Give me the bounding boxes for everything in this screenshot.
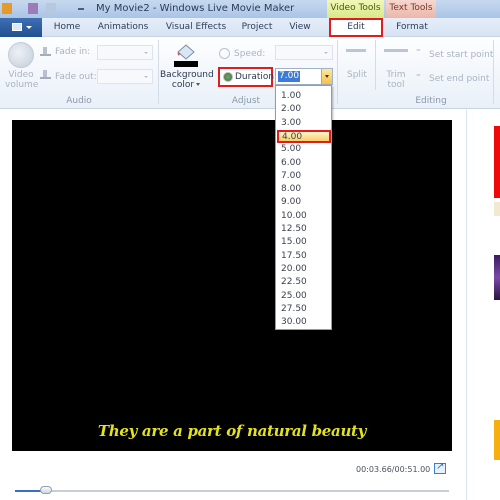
duration-option[interactable]: 7.00 <box>279 170 329 183</box>
seek-bar-track[interactable] <box>15 490 449 492</box>
tab-project[interactable]: Project <box>238 18 276 37</box>
background-color-button[interactable]: Background color <box>160 70 214 90</box>
trim-tool-icon[interactable] <box>384 49 408 52</box>
duration-option[interactable]: 15.00 <box>279 236 329 249</box>
duration-option[interactable]: 17.50 <box>279 250 329 263</box>
duration-option[interactable]: 3.00 <box>279 117 329 130</box>
duration-option[interactable]: 6.00 <box>279 157 329 170</box>
pane-divider[interactable] <box>466 110 467 500</box>
speed-label: Speed: <box>234 49 266 59</box>
set-start-point-icon: ⁼ <box>416 48 421 58</box>
tab-animations[interactable]: Animations <box>94 18 152 37</box>
fade-in-label: Fade in: <box>55 47 91 57</box>
tab-home[interactable]: Home <box>50 18 84 37</box>
editing-group-label: Editing <box>415 96 447 106</box>
video-volume-icon[interactable] <box>8 42 34 68</box>
storyboard-clip-marker <box>494 202 500 216</box>
duration-label: Duration: <box>235 72 278 82</box>
group-divider <box>337 40 338 104</box>
group-divider <box>375 40 376 90</box>
duration-option[interactable]: 22.50 <box>279 276 329 289</box>
trim-tool-label-line2: tool <box>387 80 405 90</box>
tab-format[interactable]: Format <box>390 18 434 37</box>
title-bar: My Movie2 - Windows Live Movie Maker Vid… <box>0 0 500 18</box>
duration-option[interactable]: 9.00 <box>279 196 329 209</box>
group-divider <box>158 40 159 104</box>
duration-option[interactable]: 25.00 <box>279 290 329 303</box>
fade-out-dropdown[interactable] <box>97 69 153 84</box>
set-end-point-icon: ⁼ <box>416 73 421 83</box>
set-end-point-button[interactable]: Set end point <box>429 74 489 84</box>
fade-in-icon <box>40 46 51 56</box>
fade-in-dropdown[interactable] <box>97 45 153 60</box>
split-icon[interactable] <box>346 49 366 52</box>
duration-option[interactable]: 10.00 <box>279 210 329 223</box>
window-title: My Movie2 - Windows Live Movie Maker <box>96 3 295 14</box>
split-button[interactable]: Split <box>347 70 367 80</box>
chevron-down-icon <box>144 76 148 78</box>
adjust-group-label: Adjust <box>231 96 261 106</box>
duration-input[interactable]: 7.00 <box>278 71 301 82</box>
tab-view[interactable]: View <box>285 18 315 37</box>
tab-visual-effects[interactable]: Visual Effects <box>163 18 229 37</box>
duration-option[interactable]: 4.00 <box>277 129 331 143</box>
duration-option[interactable]: 27.50 <box>279 303 329 316</box>
paint-bucket-icon <box>177 44 195 60</box>
speed-dropdown[interactable] <box>275 45 333 60</box>
app-icon <box>2 3 12 14</box>
chevron-down-icon <box>196 83 201 86</box>
context-tab-video-tools: Video Tools <box>327 0 384 18</box>
duration-label-box: Duration: <box>218 67 277 87</box>
app-menu-button[interactable] <box>0 18 42 37</box>
chevron-down-icon <box>144 52 148 54</box>
storyboard-clip-selected[interactable] <box>494 420 500 460</box>
duration-option[interactable]: 5.00 <box>279 143 329 156</box>
duration-option[interactable]: 30.00 <box>279 316 329 329</box>
trim-tool-label-line1: Trim <box>386 70 406 80</box>
duration-clock-icon <box>223 72 233 82</box>
set-start-point-button[interactable]: Set start point <box>429 50 493 60</box>
context-tab-text-tools: Text Tools <box>386 0 436 18</box>
background-color-swatch <box>174 61 198 67</box>
group-divider <box>493 40 494 104</box>
audio-group-label: Audio <box>66 96 92 106</box>
speed-icon <box>219 48 230 59</box>
trim-tool-button[interactable]: Trim tool <box>384 70 408 90</box>
storyboard-clip-title[interactable] <box>494 126 500 198</box>
chevron-down-icon <box>26 26 32 29</box>
undo-icon[interactable] <box>46 3 56 14</box>
duration-option[interactable]: 1.00 <box>279 90 329 103</box>
seek-bar-thumb[interactable] <box>40 486 53 494</box>
duration-option[interactable]: 8.00 <box>279 183 329 196</box>
fade-out-label: Fade out: <box>55 72 97 82</box>
storyboard-clip-video[interactable] <box>494 255 500 300</box>
video-volume-label[interactable]: Video volume <box>5 70 38 90</box>
background-color-label-line1: Background <box>160 70 214 80</box>
fade-out-icon <box>40 69 51 79</box>
duration-option[interactable]: 20.00 <box>279 263 329 276</box>
customize-quick-access-icon[interactable] <box>78 8 84 10</box>
fullscreen-icon[interactable] <box>434 461 446 474</box>
duration-combobox[interactable]: 7.00 <box>275 68 333 85</box>
preview-caption: They are a part of natural beauty <box>97 422 367 440</box>
app-menu-icon <box>12 23 22 31</box>
duration-dropdown-button[interactable] <box>321 69 332 84</box>
time-readout: 00:03.66/00:51.00 <box>356 465 431 474</box>
chevron-down-icon <box>324 52 328 54</box>
duration-option[interactable]: 12.50 <box>279 223 329 236</box>
duration-dropdown-list: 1.00 2.00 3.00 4.00 5.00 6.00 7.00 8.00 9.00 10.0… <box>275 85 332 330</box>
background-color-label-line2: color <box>171 80 195 90</box>
tab-edit[interactable]: Edit <box>329 18 383 37</box>
duration-option[interactable]: 2.00 <box>279 103 329 116</box>
video-preview[interactable]: They are a part of natural beauty <box>12 120 452 451</box>
save-icon[interactable] <box>28 3 38 14</box>
